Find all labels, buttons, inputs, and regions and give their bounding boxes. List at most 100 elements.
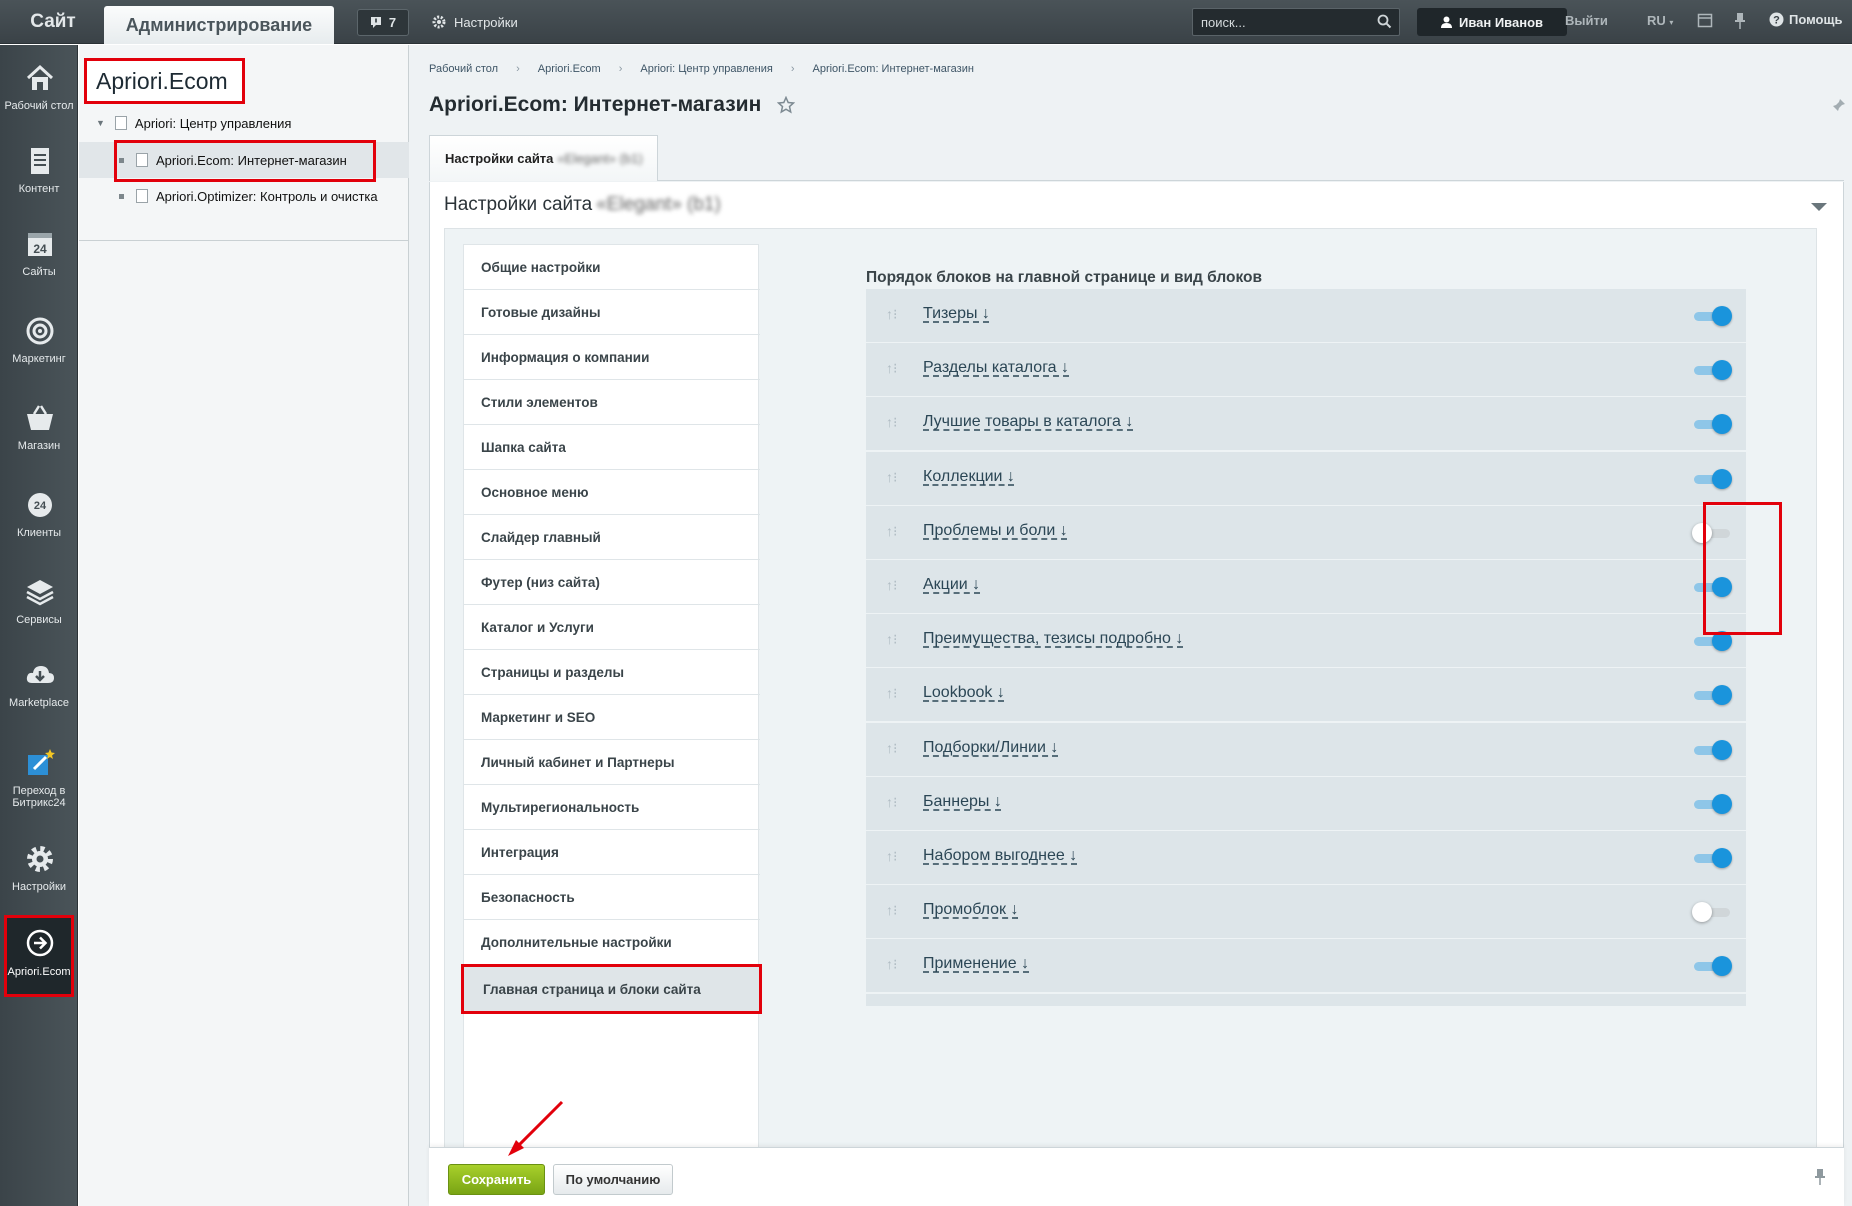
sidebar-item-marketing[interactable]: Маркетинг [0,303,78,387]
drag-handle-icon[interactable]: ↑⁝ [886,902,897,919]
drag-handle-icon[interactable]: ↑⁝ [886,631,897,648]
block-name-link[interactable]: Применение ↓ [923,955,1029,973]
tree-item-optimizer[interactable]: Apriori.Optimizer: Контроль и очистка [79,178,409,214]
menu-item-multiregion[interactable]: Мультирегиональность [464,785,760,830]
drag-handle-icon[interactable]: ↑⁝ [886,956,897,973]
drag-handle-icon[interactable]: ↑⁝ [886,577,897,594]
block-name-link[interactable]: Разделы каталога ↓ [923,359,1069,377]
block-row[interactable]: ↑⁝ Проблемы и боли ↓ [866,506,1746,559]
menu-item-cabinet[interactable]: Личный кабинет и Партнеры [464,740,760,785]
block-name-link[interactable]: Подборки/Линии ↓ [923,739,1058,757]
menu-item-company-info[interactable]: Информация о компании [464,335,760,380]
block-name-link[interactable]: Баннеры ↓ [923,793,1002,811]
block-toggle[interactable] [1694,685,1732,705]
notifications-button[interactable]: 7 [357,9,409,36]
site-tab[interactable]: Сайт [0,0,106,44]
block-name-link[interactable]: Lookbook ↓ [923,684,1005,702]
menu-item-security[interactable]: Безопасность [464,875,760,920]
block-name-link[interactable]: Проблемы и боли ↓ [923,522,1068,540]
drag-handle-icon[interactable]: ↑⁝ [886,469,897,486]
drag-handle-icon[interactable]: ↑⁝ [886,848,897,865]
block-name-link[interactable]: Промоблок ↓ [923,901,1019,919]
block-toggle[interactable] [1694,848,1732,868]
drag-handle-icon[interactable]: ↑⁝ [886,306,897,323]
block-toggle[interactable] [1694,740,1732,760]
menu-item-additional[interactable]: Дополнительные настройки [464,920,760,965]
tree-item-control-center[interactable]: ▼ Apriori: Центр управления [79,105,409,141]
menu-item-slider[interactable]: Слайдер главный [464,515,760,560]
menu-item-homepage-blocks[interactable]: Главная страница и блоки сайта [461,964,762,1014]
block-row[interactable]: ↑⁝ Набором выгоднее ↓ [866,831,1746,884]
sidebar-item-shop[interactable]: Магазин [0,390,78,474]
pin-icon[interactable] [1733,12,1747,30]
menu-item-pages[interactable]: Страницы и разделы [464,650,760,695]
drag-handle-icon[interactable]: ↑⁝ [886,414,897,431]
block-name-link[interactable]: Лучшие товары в каталога ↓ [923,413,1133,431]
sidebar-item-sites[interactable]: 24 Сайты [0,216,78,300]
drag-handle-icon[interactable]: ↑⁝ [886,360,897,377]
drag-handle-icon[interactable]: ↑⁝ [886,685,897,702]
block-row[interactable]: ↑⁝ Баннеры ↓ [866,777,1746,830]
sidebar-item-desktop[interactable]: Рабочий стол [0,50,78,134]
block-toggle[interactable] [1694,360,1732,380]
tab-site-settings[interactable]: Настройки сайта «Elegant» (b1) [429,135,658,181]
drag-handle-icon[interactable]: ↑⁝ [886,523,897,540]
breadcrumb-item[interactable]: Рабочий стол [429,63,498,75]
sidebar-item-services[interactable]: Сервисы [0,564,78,648]
save-button[interactable]: Сохранить [448,1164,545,1195]
sidebar-item-apriori-ecom[interactable]: Apriori.Ecom [4,915,74,997]
menu-item-marketing-seo[interactable]: Маркетинг и SEO [464,695,760,740]
pin-icon[interactable] [1832,98,1846,112]
block-name-link[interactable]: Преимущества, тезисы подробно ↓ [923,630,1183,648]
block-row[interactable]: ↑⁝ Промоблок ↓ [866,885,1746,938]
block-row[interactable]: ↑⁝ Преимущества, тезисы подробно ↓ [866,614,1746,667]
pin-icon[interactable] [1814,1168,1826,1186]
sidebar-item-content[interactable]: Контент [0,133,78,217]
block-toggle[interactable] [1694,794,1732,814]
language-select[interactable]: RU ▾ [1647,13,1673,28]
drag-handle-icon[interactable]: ↑⁝ [886,794,897,811]
sidebar-item-marketplace[interactable]: Marketplace [0,647,78,731]
menu-item-catalog[interactable]: Каталог и Услуги [464,605,760,650]
menu-item-element-styles[interactable]: Стили элементов [464,380,760,425]
user-button[interactable]: Иван Иванов [1417,8,1567,36]
block-toggle[interactable] [1694,414,1732,434]
search-input[interactable] [1193,9,1373,35]
sidebar-item-settings[interactable]: Настройки [0,831,78,915]
star-icon[interactable] [777,96,796,114]
block-row[interactable]: ↑⁝ Подборки/Линии ↓ [866,723,1746,776]
default-button[interactable]: По умолчанию [553,1164,673,1195]
breadcrumb-item[interactable]: Apriori.Ecom: Интернет-магазин [812,63,973,75]
breadcrumb-item[interactable]: Apriori.Ecom [538,63,601,75]
menu-item-main-menu[interactable]: Основное меню [464,470,760,515]
menu-item-designs[interactable]: Готовые дизайны [464,290,760,335]
menu-item-footer[interactable]: Футер (низ сайта) [464,560,760,605]
block-toggle[interactable] [1692,902,1730,922]
block-row[interactable]: ↑⁝ Применение ↓ [866,939,1746,992]
help-link[interactable]: ? Помощь [1769,12,1842,27]
block-toggle[interactable] [1694,469,1732,489]
block-row[interactable]: ↑⁝ Лучшие товары в каталога ↓ [866,397,1746,450]
logout-link[interactable]: Выйти [1565,13,1608,28]
breadcrumb-item[interactable]: Apriori: Центр управления [640,63,772,75]
admin-tab[interactable]: Администрирование [104,6,334,44]
block-name-link[interactable]: Тизеры ↓ [923,305,990,323]
sidebar-item-clients[interactable]: 24 Клиенты [0,477,78,561]
sidebar-item-bitrix24[interactable]: Переход в Битрикс24 [0,735,78,827]
drag-handle-icon[interactable]: ↑⁝ [886,740,897,757]
menu-item-header[interactable]: Шапка сайта [464,425,760,470]
menu-item-general[interactable]: Общие настройки [464,245,760,290]
menu-item-integration[interactable]: Интеграция [464,830,760,875]
block-row[interactable]: ↑⁝ Тизеры ↓ [866,289,1746,342]
collapse-icon[interactable] [1811,202,1827,212]
settings-link[interactable]: Настройки [432,11,518,33]
calendar-icon[interactable] [1697,12,1713,28]
block-toggle[interactable] [1694,306,1732,326]
tree-expand-icon[interactable]: ▼ [96,118,105,128]
block-row[interactable]: ↑⁝ Lookbook ↓ [866,668,1746,721]
block-row[interactable]: ↑⁝ Разделы каталога ↓ [866,343,1746,396]
block-name-link[interactable]: Набором выгоднее ↓ [923,847,1077,865]
search-icon[interactable] [1377,14,1392,29]
block-name-link[interactable]: Акции ↓ [923,576,980,594]
block-toggle[interactable] [1694,956,1732,976]
